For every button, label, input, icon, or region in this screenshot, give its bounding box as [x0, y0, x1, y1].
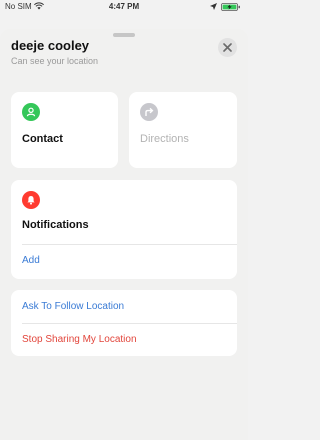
- notifications-divider: [22, 244, 237, 245]
- contact-icon-badge: [22, 103, 40, 121]
- person-detail-sheet: deeje cooley Can see your location Conta…: [0, 29, 248, 440]
- status-bar: No SIM 4:47 PM: [0, 0, 248, 14]
- contact-label: Contact: [22, 133, 63, 145]
- add-notification-button[interactable]: Add: [22, 255, 40, 266]
- notifications-section: Notifications Add: [11, 180, 237, 279]
- stop-sharing-button[interactable]: Stop Sharing My Location: [22, 334, 137, 345]
- sheet-grabber[interactable]: [113, 33, 135, 37]
- turn-right-arrow-icon: [145, 107, 154, 116]
- directions-label: Directions: [140, 133, 189, 145]
- directions-icon-badge: [140, 103, 158, 121]
- person-icon: [26, 107, 36, 117]
- person-name: deeje cooley: [11, 38, 90, 53]
- battery-charging-icon: [221, 3, 240, 11]
- sharing-divider: [22, 323, 237, 324]
- close-button[interactable]: [218, 38, 237, 57]
- sharing-section: Ask To Follow Location Stop Sharing My L…: [11, 290, 237, 356]
- contact-button[interactable]: Contact: [11, 92, 118, 168]
- location-arrow-icon: [210, 3, 217, 10]
- ask-to-follow-button[interactable]: Ask To Follow Location: [22, 301, 124, 312]
- find-my-person-screen: No SIM 4:47 PM deeje cooley Can see your…: [0, 0, 248, 440]
- directions-button[interactable]: Directions: [129, 92, 237, 168]
- close-icon: [223, 43, 232, 52]
- sharing-status-text: Can see your location: [11, 56, 99, 66]
- notifications-icon-badge: [22, 191, 40, 209]
- bell-icon: [27, 196, 35, 205]
- notifications-title: Notifications: [22, 219, 89, 231]
